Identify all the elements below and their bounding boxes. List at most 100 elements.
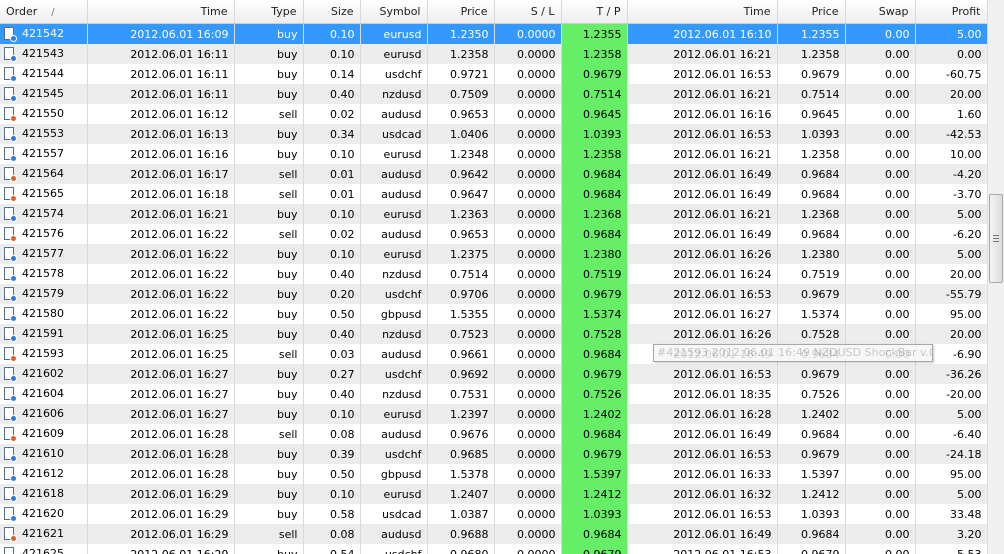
cell-symbol: eurusd [360,404,428,424]
cell-price: 1.2358 [427,44,495,64]
order-number: 421612 [22,467,64,480]
cell-order: 421591 [0,324,88,344]
table-row[interactable]: 421579 2012.06.01 16:22 buy 0.20 usdchf 0.970… [0,284,987,304]
order-number: 421577 [22,247,64,260]
cell-size: 0.10 [303,244,361,264]
cell-swap: 0.00 [845,264,916,284]
table-row[interactable]: 421576 2012.06.01 16:22 sell 0.02 audusd 0.96… [0,224,987,244]
column-header-size[interactable]: Size [303,0,361,24]
cell-size: 0.10 [303,204,361,224]
cell-close-time: 2012.06.01 16:21 [627,144,778,164]
cell-profit: 0.00 [915,44,987,64]
table-row[interactable]: 421550 2012.06.01 16:12 sell 0.02 audusd 0.96… [0,104,987,124]
cell-size: 0.08 [303,524,361,544]
cell-profit: 5.53 [915,544,987,554]
cell-time: 2012.06.01 16:27 [87,384,235,404]
cell-sl: 0.0000 [494,444,562,464]
cell-tp: 1.2368 [561,204,628,224]
cell-tp: 1.5397 [561,464,628,484]
table-row[interactable]: 421606 2012.06.01 16:27 buy 0.10 eurusd 1.239… [0,404,987,424]
cell-size: 0.27 [303,364,361,384]
cell-symbol: nzdusd [360,384,428,404]
table-row[interactable]: 421565 2012.06.01 16:18 sell 0.01 audusd 0.96… [0,184,987,204]
cell-symbol: nzdusd [360,324,428,344]
cell-close-price: 0.9679 [777,444,846,464]
cell-sl: 0.0000 [494,104,562,124]
table-row[interactable]: 421553 2012.06.01 16:13 buy 0.34 usdcad 1.040… [0,124,987,144]
column-header-symbol[interactable]: Symbol [360,0,428,24]
table-row[interactable]: 421543 2012.06.01 16:11 buy 0.10 eurusd 1.235… [0,44,987,64]
table-row[interactable]: 421621 2012.06.01 16:29 sell 0.08 audusd 0.96… [0,524,987,544]
cell-sl: 0.0000 [494,124,562,144]
cell-type: buy [234,484,304,504]
cell-price: 1.2348 [427,144,495,164]
cell-time: 2012.06.01 16:09 [87,23,235,44]
buy-order-icon [4,547,16,554]
cell-swap: 0.00 [845,444,916,464]
column-header-profit[interactable]: Profit [915,0,987,24]
table-row[interactable]: 421564 2012.06.01 16:17 sell 0.01 audusd 0.96… [0,164,987,184]
cell-close-price: 0.9679 [777,364,846,384]
order-number: 421565 [22,187,64,200]
table-row[interactable]: 421545 2012.06.01 16:11 buy 0.40 nzdusd 0.750… [0,84,987,104]
cell-type: buy [234,23,304,44]
column-header-sl[interactable]: S / L [494,0,562,24]
cell-order: 421579 [0,284,88,304]
cell-sl: 0.0000 [494,144,562,164]
cell-tp: 1.2358 [561,44,628,64]
cell-swap: 0.00 [845,244,916,264]
table-row[interactable]: 421604 2012.06.01 16:27 buy 0.40 nzdusd 0.753… [0,384,987,404]
column-header-time[interactable]: Time [87,0,235,24]
buy-order-icon [4,447,17,462]
buy-order-icon [4,247,17,262]
cell-price: 0.9653 [427,224,495,244]
table-row[interactable]: 421577 2012.06.01 16:22 buy 0.10 eurusd 1.237… [0,244,987,264]
sell-order-icon [4,527,17,542]
cell-price: 1.2397 [427,404,495,424]
cell-symbol: nzdusd [360,264,428,284]
table-row[interactable]: 421625 2012.06.01 16:29 buy 0.54 usdchf 0.968… [0,544,987,554]
buy-order-icon [4,67,17,82]
cell-time: 2012.06.01 16:22 [87,244,235,264]
cell-type: sell [234,524,304,544]
table-row[interactable]: 421612 2012.06.01 16:28 buy 0.50 gbpusd 1.537… [0,464,987,484]
buy-order-icon [4,467,17,482]
order-number: 421579 [22,287,64,300]
table-row[interactable]: 421574 2012.06.01 16:21 buy 0.10 eurusd 1.236… [0,204,987,224]
cell-sl: 0.0000 [494,284,562,304]
table-row[interactable]: 421602 2012.06.01 16:27 buy 0.27 usdchf 0.969… [0,364,987,384]
cell-profit: -60.75 [915,64,987,84]
cell-sl: 0.0000 [494,364,562,384]
column-header-tp[interactable]: T / P [561,0,628,24]
column-header-close-price[interactable]: Price [777,0,846,24]
table-row[interactable]: 421544 2012.06.01 16:11 buy 0.14 usdchf 0.972… [0,64,987,84]
cell-swap: 0.00 [845,184,916,204]
cell-close-price: 1.5374 [777,304,846,324]
table-row[interactable]: 421578 2012.06.01 16:22 buy 0.40 nzdusd 0.751… [0,264,987,284]
column-header-close-time[interactable]: Time [627,0,778,24]
cell-swap: 0.00 [845,84,916,104]
sell-order-icon [4,427,17,442]
table-row[interactable]: 421591 2012.06.01 16:25 buy 0.40 nzdusd 0.752… [0,324,987,344]
buy-order-icon [4,47,17,62]
table-row[interactable]: 421620 2012.06.01 16:29 buy 0.58 usdcad 1.038… [0,504,987,524]
cell-close-time: 2012.06.01 16:33 [627,464,778,484]
table-row[interactable]: 421609 2012.06.01 16:28 sell 0.08 audusd 0.96… [0,424,987,444]
table-row[interactable]: 421618 2012.06.01 16:29 buy 0.10 eurusd 1.240… [0,484,987,504]
scrollbar-thumb[interactable] [989,194,1003,283]
column-header-price[interactable]: Price [427,0,495,24]
column-header-order[interactable]: Order / [0,0,88,24]
table-row[interactable]: 421610 2012.06.01 16:28 buy 0.39 usdchf 0.968… [0,444,987,464]
table-row[interactable]: 421542 2012.06.01 16:09 buy 0.10 eurusd 1.235… [0,23,987,44]
cell-close-time: 2012.06.01 16:24 [627,264,778,284]
cell-sl: 0.0000 [494,264,562,284]
table-row[interactable]: 421557 2012.06.01 16:16 buy 0.10 eurusd 1.234… [0,144,987,164]
column-header-swap[interactable]: Swap [845,0,916,24]
cell-swap: 0.00 [845,204,916,224]
column-header-type[interactable]: Type [234,0,304,24]
table-row[interactable]: 421580 2012.06.01 16:22 buy 0.50 gbpusd 1.535… [0,304,987,324]
cell-time: 2012.06.01 16:21 [87,204,235,224]
cell-time: 2012.06.01 16:25 [87,344,235,364]
vertical-scrollbar[interactable] [987,0,1004,554]
cell-symbol: eurusd [360,144,428,164]
